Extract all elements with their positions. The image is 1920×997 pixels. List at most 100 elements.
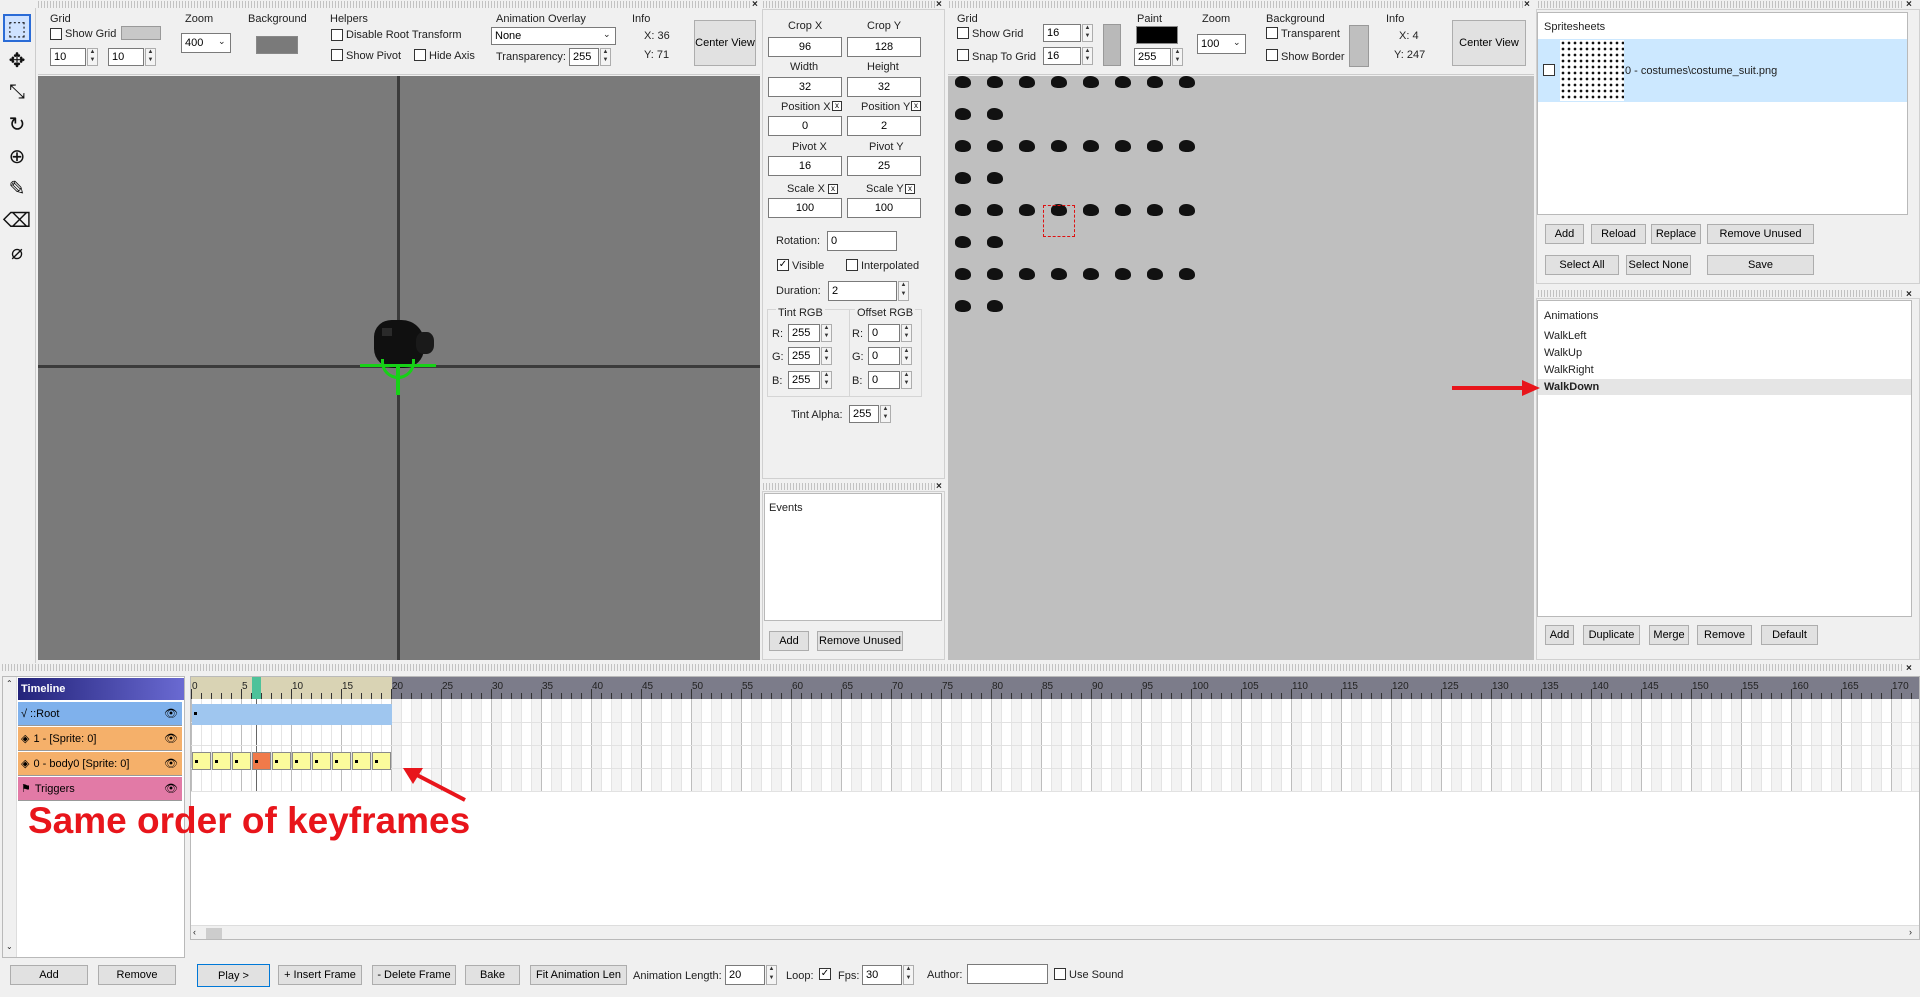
eye-icon[interactable]: 👁 <box>164 707 178 720</box>
offset-b-spinner[interactable]: ▲ ▼ <box>901 371 912 389</box>
sheet-background-swatch[interactable] <box>1349 25 1369 67</box>
sprite-frame[interactable] <box>1019 204 1035 216</box>
keyframe[interactable] <box>332 752 351 770</box>
sprite-frame[interactable] <box>987 172 1003 184</box>
sprite-frame[interactable] <box>1019 268 1035 280</box>
grid-y-input[interactable]: 10 <box>108 48 144 66</box>
show-border-checkbox[interactable] <box>1266 49 1278 61</box>
animation-item-walkup[interactable]: WalkUp <box>1544 347 1582 359</box>
background-color-swatch[interactable] <box>256 36 298 54</box>
spritesheets-replace-button[interactable]: Replace <box>1651 224 1701 244</box>
position-x-input[interactable]: 0 <box>768 116 842 136</box>
offset-r-spinner[interactable]: ▲ ▼ <box>901 324 912 342</box>
layer-row-body0[interactable]: ◈ 0 - body0 [Sprite: 0] 👁 <box>18 752 182 776</box>
sprite-frame[interactable] <box>987 76 1003 88</box>
sprite-frame[interactable] <box>1083 268 1099 280</box>
sprite-frame[interactable] <box>1051 76 1067 88</box>
grid-x-spinner[interactable]: ▲ ▼ <box>87 48 98 66</box>
hide-axis-checkbox[interactable] <box>414 49 426 61</box>
tint-r-spinner[interactable]: ▲ ▼ <box>821 324 832 342</box>
disable-root-transform-checkbox[interactable] <box>331 29 343 41</box>
eraser-tool-icon[interactable]: ⌫ <box>3 206 31 234</box>
sprite-frame[interactable] <box>1115 204 1131 216</box>
sprite-frame[interactable] <box>1115 140 1131 152</box>
keyframe[interactable] <box>352 752 371 770</box>
loop-checkbox[interactable]: ✓ <box>819 968 831 980</box>
rotate-tool-icon[interactable]: ↻ <box>3 110 31 138</box>
layer-add-button[interactable]: Add <box>10 965 88 985</box>
offset-g-spinner[interactable]: ▲ ▼ <box>901 347 912 365</box>
tint-b-input[interactable]: 255 <box>788 371 820 389</box>
scale-x-reset-icon[interactable]: x <box>828 184 838 194</box>
sheet-grid-x-spinner[interactable]: ▲ ▼ <box>1082 24 1093 42</box>
sprite-frame[interactable] <box>987 300 1003 312</box>
events-add-button[interactable]: Add <box>769 631 809 651</box>
position-y-input[interactable]: 2 <box>847 116 921 136</box>
scale-tool-icon[interactable]: ⤡ <box>3 78 31 106</box>
pivot-x-input[interactable]: 16 <box>768 156 842 176</box>
fps-spinner[interactable]: ▲ ▼ <box>903 965 914 985</box>
spritesheets-remove-unused-button[interactable]: Remove Unused <box>1707 224 1814 244</box>
sprite-frame[interactable] <box>1179 76 1195 88</box>
sprite-frame[interactable] <box>1179 268 1195 280</box>
sheet-center-view-button[interactable]: Center View <box>1452 20 1526 66</box>
duration-spinner[interactable]: ▲ ▼ <box>898 281 909 301</box>
sprite-frame[interactable] <box>1147 76 1163 88</box>
sprite-frame[interactable] <box>955 268 971 280</box>
tint-alpha-spinner[interactable]: ▲ ▼ <box>880 405 891 423</box>
select-tool-icon[interactable]: ⬚ <box>3 14 31 42</box>
paint-color-swatch[interactable] <box>1136 26 1178 44</box>
pin-tool-icon[interactable]: ⌀ <box>3 238 31 266</box>
keyframe[interactable] <box>252 752 271 770</box>
keyframe[interactable] <box>372 752 391 770</box>
sprite-frame[interactable] <box>1147 140 1163 152</box>
sprite-frame[interactable] <box>987 108 1003 120</box>
animation-item-walkdown[interactable]: WalkDown <box>1544 381 1599 393</box>
tint-g-spinner[interactable]: ▲ ▼ <box>821 347 832 365</box>
sprite-frame[interactable] <box>1115 268 1131 280</box>
transparency-spinner[interactable]: ▲ ▼ <box>600 48 611 66</box>
rotation-input[interactable]: 0 <box>827 231 897 251</box>
animation-item-walkright[interactable]: WalkRight <box>1544 364 1594 376</box>
eye-icon[interactable]: 👁 <box>164 732 178 745</box>
transparency-input[interactable]: 255 <box>569 48 599 66</box>
snap-to-grid-checkbox[interactable] <box>957 49 969 61</box>
position-y-reset-icon[interactable]: x <box>911 101 921 111</box>
sprite-frame[interactable] <box>1019 76 1035 88</box>
sprite-frame[interactable] <box>987 268 1003 280</box>
tint-g-input[interactable]: 255 <box>788 347 820 365</box>
crop-y-input[interactable]: 128 <box>847 37 921 57</box>
animations-default-button[interactable]: Default <box>1761 625 1818 645</box>
paint-alpha-input[interactable]: 255 <box>1134 48 1171 66</box>
scale-y-reset-icon[interactable]: x <box>905 184 915 194</box>
spritesheets-select-all-button[interactable]: Select All <box>1545 255 1619 275</box>
pivot-y-input[interactable]: 25 <box>847 156 921 176</box>
sprite-frame[interactable] <box>955 76 971 88</box>
selected-sprite-frame[interactable] <box>1043 205 1075 237</box>
eye-icon[interactable]: 👁 <box>164 757 178 770</box>
show-pivot-checkbox[interactable] <box>331 49 343 61</box>
sprite-frame[interactable] <box>1115 76 1131 88</box>
sheet-grid-y-spinner[interactable]: ▲ ▼ <box>1082 47 1093 65</box>
sprite-frame[interactable] <box>1147 268 1163 280</box>
layer-row-triggers[interactable]: ⚑ Triggers 👁 <box>18 777 182 801</box>
animation-length-spinner[interactable]: ▲ ▼ <box>766 965 777 985</box>
animations-add-button[interactable]: Add <box>1545 625 1574 645</box>
spritesheets-add-button[interactable]: Add <box>1545 224 1584 244</box>
grid-x-input[interactable]: 10 <box>50 48 86 66</box>
timeline-scrollbar-left[interactable]: ⌃ ⌄ <box>3 677 17 957</box>
center-view-button[interactable]: Center View <box>694 20 756 66</box>
spritesheets-reload-button[interactable]: Reload <box>1591 224 1646 244</box>
spritesheet-canvas[interactable] <box>948 76 1534 660</box>
tint-b-spinner[interactable]: ▲ ▼ <box>821 371 832 389</box>
events-remove-unused-button[interactable]: Remove Unused <box>817 631 903 651</box>
keyframe[interactable] <box>232 752 251 770</box>
width-input[interactable]: 32 <box>768 77 842 97</box>
sprite-frame[interactable] <box>955 300 971 312</box>
animations-remove-button[interactable]: Remove <box>1697 625 1752 645</box>
sprite-frame[interactable] <box>955 172 971 184</box>
fps-input[interactable]: 30 <box>862 965 902 985</box>
sprite-frame[interactable] <box>1147 204 1163 216</box>
sheet-grid-x-input[interactable]: 16 <box>1043 24 1081 42</box>
animations-merge-button[interactable]: Merge <box>1649 625 1689 645</box>
